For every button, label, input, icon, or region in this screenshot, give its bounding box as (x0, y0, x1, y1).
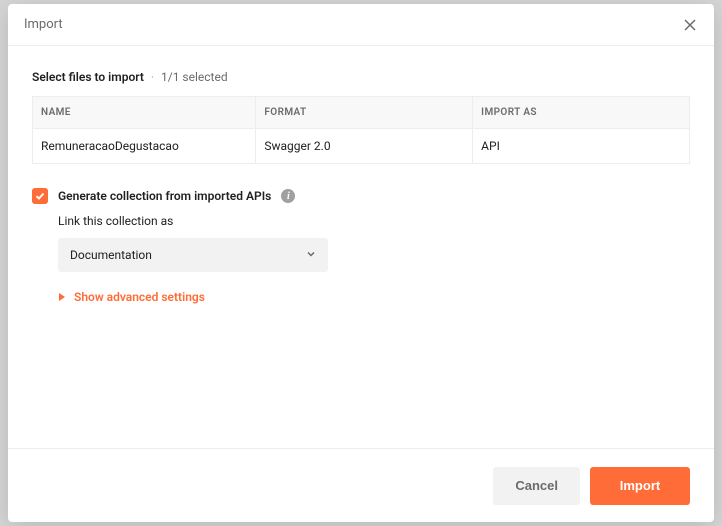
show-advanced-toggle[interactable]: Show advanced settings (58, 290, 690, 304)
modal-header: Import (8, 4, 714, 46)
link-collection-select[interactable]: Documentation (58, 238, 328, 272)
generate-collection-checkbox[interactable] (32, 188, 48, 204)
cell-format: Swagger 2.0 (256, 129, 473, 164)
info-icon[interactable]: i (281, 189, 295, 203)
files-table: NAME FORMAT IMPORT AS RemuneracaoDegusta… (32, 96, 690, 164)
modal-body: Select files to import · 1/1 selected NA… (8, 46, 714, 448)
table-row[interactable]: RemuneracaoDegustacao Swagger 2.0 API (33, 129, 690, 164)
subtitle-label: Select files to import (32, 70, 144, 84)
link-collection-value: Documentation (70, 248, 152, 262)
triangle-right-icon (58, 290, 66, 304)
generate-collection-label: Generate collection from imported APIs (58, 189, 271, 203)
th-format: FORMAT (256, 97, 473, 129)
modal-footer: Cancel Import (8, 448, 714, 522)
subtitle-separator: · (151, 70, 154, 84)
cell-name: RemuneracaoDegustacao (33, 129, 256, 164)
close-icon[interactable] (682, 17, 698, 33)
import-modal: Import Select files to import · 1/1 sele… (8, 4, 714, 522)
generate-collection-row: Generate collection from imported APIs i (32, 188, 690, 204)
modal-title: Import (24, 17, 63, 32)
th-name: NAME (33, 97, 256, 129)
advanced-toggle-label: Show advanced settings (74, 290, 205, 304)
link-collection-label: Link this collection as (58, 214, 690, 228)
import-button[interactable]: Import (590, 467, 690, 505)
cell-import-as: API (473, 129, 690, 164)
subtitle-count: 1/1 selected (161, 70, 228, 84)
subtitle-row: Select files to import · 1/1 selected (32, 70, 690, 84)
link-collection-section: Link this collection as Documentation Sh… (58, 214, 690, 304)
table-header-row: NAME FORMAT IMPORT AS (33, 97, 690, 129)
chevron-down-icon (306, 248, 316, 262)
cancel-button[interactable]: Cancel (493, 467, 580, 505)
th-import-as: IMPORT AS (473, 97, 690, 129)
